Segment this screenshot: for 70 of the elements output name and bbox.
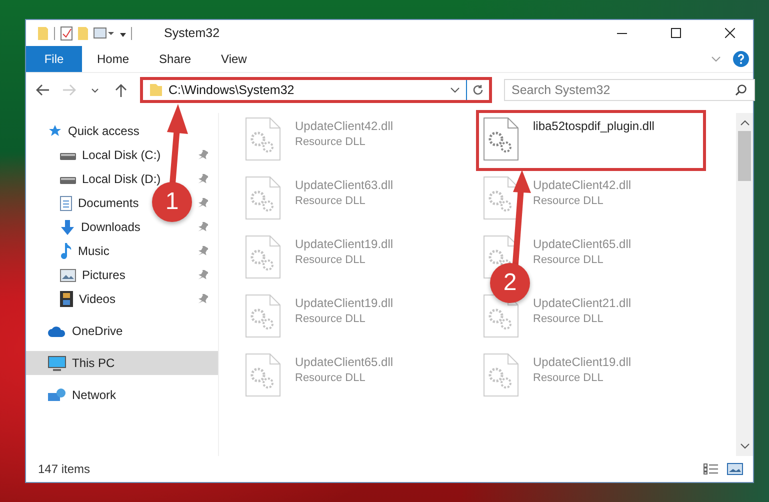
sidebar-item[interactable]: Music [26, 239, 112, 263]
refresh-icon[interactable] [472, 84, 484, 96]
sidebar-item[interactable]: Quick access [26, 119, 142, 143]
window-title: System32 [164, 26, 221, 40]
file-type: Resource DLL [533, 372, 604, 384]
file-type: Resource DLL [533, 313, 604, 325]
pin-icon[interactable] [198, 246, 208, 256]
back-arrow-icon[interactable] [36, 84, 50, 96]
scroll-up-icon[interactable] [740, 119, 750, 127]
document-icon [60, 196, 72, 210]
pin-icon[interactable] [198, 222, 208, 232]
close-icon[interactable] [725, 28, 735, 38]
minimize-icon[interactable] [617, 32, 627, 34]
file-type: Resource DLL [295, 254, 366, 266]
network-icon [48, 388, 66, 402]
drive-icon [60, 150, 76, 160]
ribbon-tab[interactable]: Home [82, 46, 144, 72]
file-type: Resource DLL [533, 195, 604, 207]
drive-icon [60, 174, 76, 184]
star-icon [48, 124, 62, 138]
monitor-icon [48, 356, 66, 370]
sidebar-item[interactable]: Videos [26, 287, 118, 311]
folder-icon [148, 83, 162, 97]
gear-file-icon [483, 353, 519, 397]
up-arrow-icon[interactable] [114, 83, 127, 97]
file-type: Resource DLL [295, 372, 366, 384]
gear-file-icon [483, 117, 519, 161]
sidebar-item[interactable]: Pictures [26, 263, 128, 287]
file-type: Resource DLL [295, 136, 366, 148]
scrollbar-thumb[interactable] [738, 131, 751, 181]
chevron-down-icon[interactable] [450, 87, 460, 93]
file-type: Resource DLL [295, 195, 366, 207]
ribbon-tab[interactable]: Share [144, 46, 206, 72]
gear-file-icon [483, 176, 519, 220]
sidebar-item[interactable]: OneDrive [26, 319, 125, 343]
sidebar-item[interactable]: Network [26, 383, 118, 407]
scrollbar[interactable] [736, 113, 753, 456]
ribbon-tab[interactable]: View [206, 46, 262, 72]
gear-file-icon [245, 294, 281, 338]
file-menu-tab[interactable]: File [26, 46, 82, 72]
file-name[interactable]: liba52tospdif_plugin.dll [533, 119, 654, 133]
file-type: Resource DLL [533, 254, 604, 266]
cloud-icon [48, 326, 66, 336]
address-bar[interactable]: C:\Windows\System32 [140, 77, 492, 103]
pin-icon[interactable] [198, 174, 208, 184]
gear-file-icon [245, 117, 281, 161]
music-note-icon [60, 243, 72, 259]
item-count: 147 items [38, 462, 92, 476]
pin-icon[interactable] [198, 150, 208, 160]
help-icon[interactable] [733, 51, 749, 67]
sidebar-item[interactable]: Downloads [26, 215, 142, 239]
down-arrow-icon [60, 220, 75, 234]
pin-icon[interactable] [198, 198, 208, 208]
chevron-down-icon[interactable] [90, 88, 99, 92]
sidebar-item[interactable]: This PC [26, 351, 218, 375]
details-view-icon[interactable] [703, 463, 719, 475]
search-field[interactable]: Search System32 [504, 79, 756, 101]
pin-icon[interactable] [198, 270, 208, 280]
sidebar-item[interactable]: Local Disk (C:) [26, 143, 163, 167]
sidebar-item[interactable]: Documents [26, 191, 141, 215]
maximize-icon[interactable] [671, 28, 681, 38]
gear-file-icon [245, 353, 281, 397]
large-icons-view-icon[interactable] [727, 463, 743, 475]
picture-icon [60, 268, 76, 282]
gear-file-icon [245, 176, 281, 220]
film-icon [60, 291, 73, 307]
file-type: Resource DLL [295, 313, 366, 325]
scroll-down-icon[interactable] [740, 442, 750, 450]
pin-icon[interactable] [198, 294, 208, 304]
gear-file-icon [245, 235, 281, 279]
